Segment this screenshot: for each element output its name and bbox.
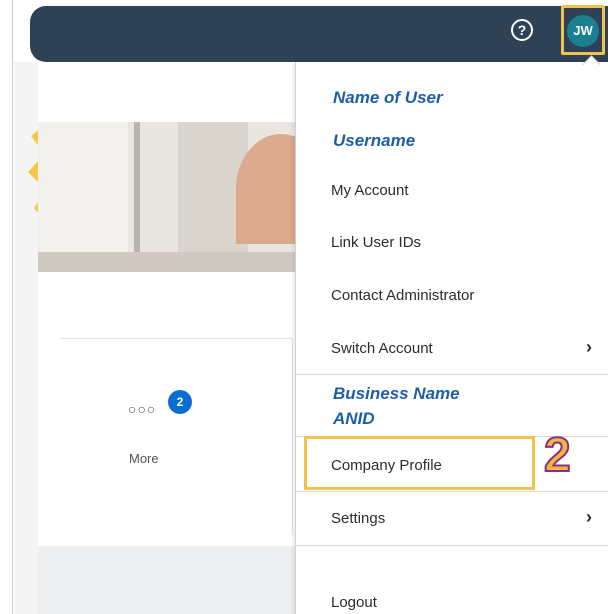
question-circle-icon[interactable]: ? xyxy=(511,19,533,41)
menu-item-switch-account[interactable]: Switch Account xyxy=(331,340,433,357)
user-avatar-button[interactable]: JW xyxy=(567,15,599,47)
menu-anid: ANID xyxy=(333,409,375,428)
menu-divider xyxy=(296,374,608,375)
more-dots-icon[interactable]: ○○○ xyxy=(128,401,156,417)
step-number-annotation: 2 xyxy=(543,428,572,483)
chevron-right-icon: › xyxy=(586,337,592,357)
menu-business-name: Business Name xyxy=(333,384,460,403)
quick-links-card xyxy=(60,338,293,535)
more-label[interactable]: More xyxy=(129,451,159,466)
hero-image xyxy=(38,122,298,272)
menu-item-contact-administrator[interactable]: Contact Administrator xyxy=(331,287,474,304)
page-gutter xyxy=(14,62,38,614)
menu-divider xyxy=(296,491,608,492)
menu-item-my-account[interactable]: My Account xyxy=(331,182,409,199)
menu-item-logout[interactable]: Logout xyxy=(331,594,377,611)
content-section xyxy=(38,546,296,614)
menu-divider xyxy=(296,545,608,546)
menu-item-settings[interactable]: Settings xyxy=(331,510,385,527)
more-badge: 2 xyxy=(168,390,192,414)
company-profile-highlight-box xyxy=(304,436,535,490)
menu-item-link-user-ids[interactable]: Link User IDs xyxy=(331,234,421,251)
menu-user-name: Name of User xyxy=(333,88,443,107)
chevron-right-icon: › xyxy=(586,507,592,527)
menu-username: Username xyxy=(333,131,416,150)
